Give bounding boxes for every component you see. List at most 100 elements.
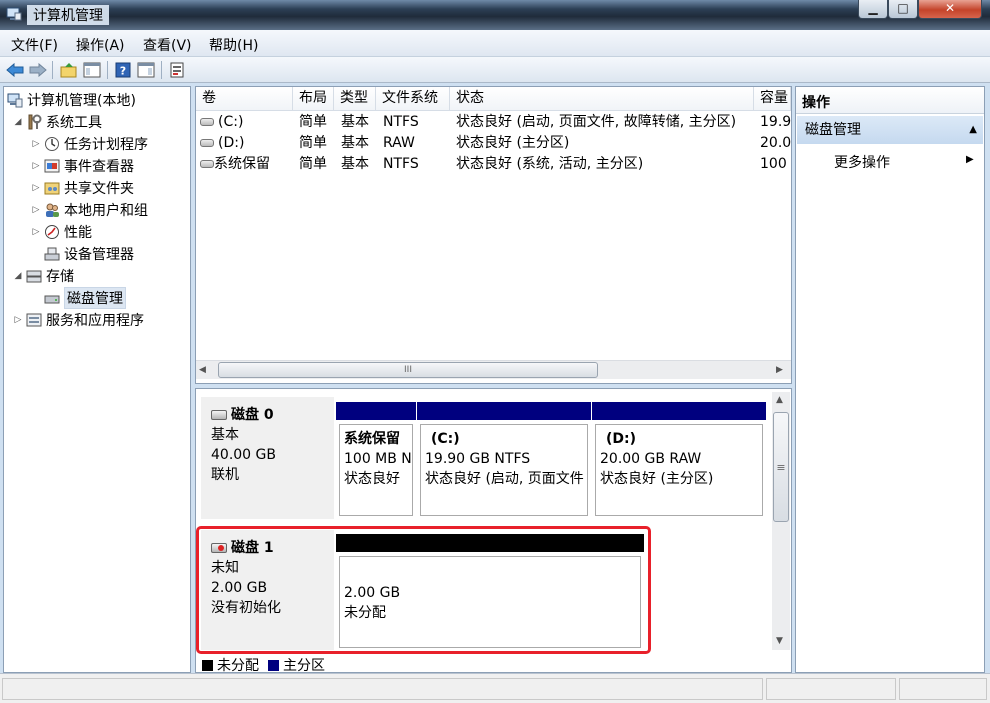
scrollbar-thumb[interactable]: ≡ [773,412,789,522]
volume-filesystem: NTFS [383,114,419,130]
scroll-right-arrow-icon[interactable]: ▶ [776,365,783,375]
disk-name: 磁盘 0 [231,407,274,423]
legend-swatch [202,659,213,671]
submenu-arrow-icon[interactable]: ▶ [966,154,974,165]
volume-layout: 简单 [299,156,327,172]
menu-help[interactable]: 帮助(H) [209,35,258,55]
menu-action[interactable]: 操作(A) [76,35,125,55]
forward-arrow-icon[interactable] [28,60,48,80]
back-arrow-icon[interactable] [5,60,25,80]
partition-system-reserved[interactable]: 系统保留 100 MB N 状态良好 [336,402,416,519]
expand-arrow-icon[interactable]: ▷ [30,205,42,215]
tree-item-performance[interactable]: ▷ 性能 [30,222,92,242]
primary-partition-bar [417,402,591,420]
collapse-up-arrow-icon[interactable]: ▲ [969,116,977,144]
legend-unallocated: 未分配 [202,655,259,675]
show-hide-action-pane-icon[interactable] [136,60,156,80]
tree-item-computer-management[interactable]: 计算机管理(本地) [7,90,136,110]
properties-icon[interactable] [167,60,187,80]
expand-arrow-icon[interactable]: ▷ [30,183,42,193]
partition-name: 系统保留 [344,431,400,447]
maximize-button[interactable]: □ [888,0,918,19]
actions-section-disk-management[interactable]: 磁盘管理 ▲ [797,116,983,144]
volume-name: (D:) [218,135,245,151]
help-icon[interactable]: ? [113,60,133,80]
partition-unallocated[interactable]: 2.00 GB 未分配 [336,534,644,651]
close-button[interactable]: ✕ [918,0,982,19]
disk-size: 2.00 GB [211,580,268,596]
toolbar-separator [161,61,162,79]
volume-name: 系统保留 [214,156,270,172]
scroll-up-arrow-icon[interactable]: ▲ [776,395,783,405]
table-row[interactable]: (D:) 简单 基本 RAW 状态良好 (主分区) 20.0 [196,133,791,154]
tree-item-device-manager[interactable]: 设备管理器 [44,244,134,264]
disk-view-vertical-scrollbar[interactable]: ▲ ≡ ▼ [772,392,790,650]
column-header-type[interactable]: 类型 [334,87,376,111]
partition-size: 20.00 GB RAW [600,451,702,467]
primary-partition-bar [336,402,416,420]
expand-arrow-icon[interactable]: ▷ [12,315,24,325]
event-viewer-icon [44,158,60,174]
volume-filesystem: NTFS [383,156,419,172]
services-icon [26,312,42,328]
tree-item-storage[interactable]: ◢ 存储 [12,266,74,286]
performance-icon [44,224,60,240]
drive-icon [200,139,214,147]
up-folder-icon[interactable] [59,60,79,80]
tree-item-task-scheduler[interactable]: ▷ 任务计划程序 [30,134,148,154]
collapse-arrow-icon[interactable]: ◢ [12,271,24,281]
actions-pane: 操作 磁盘管理 ▲ 更多操作 ▶ [795,86,985,673]
tree-item-shared-folders[interactable]: ▷ 共享文件夹 [30,178,134,198]
action-more-actions[interactable]: 更多操作 [834,152,890,172]
disk-type: 未知 [211,560,239,576]
volume-type: 基本 [341,135,369,151]
computer-management-icon [6,7,22,21]
column-header-filesystem[interactable]: 文件系统 [376,87,450,111]
tree-item-local-users-groups[interactable]: ▷ 本地用户和组 [30,200,148,220]
column-header-status[interactable]: 状态 [450,87,754,111]
menu-file[interactable]: 文件(F) [11,35,58,55]
volume-layout: 简单 [299,114,327,130]
toolbar-separator [52,61,53,79]
volume-status: 状态良好 (主分区) [456,135,570,151]
partition-status: 状态良好 (主分区) [600,471,714,487]
column-header-volume[interactable]: 卷 [196,87,293,111]
title-bar: 计算机管理 ▁ □ ✕ [0,0,990,30]
partition-size: 100 MB N [344,451,412,467]
partition-d[interactable]: (D:) 20.00 GB RAW 状态良好 (主分区) [592,402,766,519]
partition-name: (C:) [431,431,460,447]
expand-arrow-icon[interactable]: ▷ [30,161,42,171]
tree-item-services-applications[interactable]: ▷ 服务和应用程序 [12,310,144,330]
show-hide-tree-icon[interactable] [82,60,102,80]
table-row[interactable]: 系统保留 简单 基本 NTFS 状态良好 (系统, 活动, 主分区) 100 [196,154,791,175]
menu-view[interactable]: 查看(V) [143,35,192,55]
toolbar: ? [0,57,990,83]
scroll-down-arrow-icon[interactable]: ▼ [776,636,783,646]
minimize-button[interactable]: ▁ [858,0,888,19]
volume-capacity: 20.0 [760,135,791,151]
window-title: 计算机管理 [27,5,109,25]
volume-capacity: 19.9 [760,114,791,130]
disk-1-info[interactable]: 磁盘 1 未知 2.00 GB 没有初始化 [201,530,334,650]
table-row[interactable]: (C:) 简单 基本 NTFS 状态良好 (启动, 页面文件, 故障转储, 主分… [196,112,791,133]
expand-arrow-icon[interactable]: ▷ [30,139,42,149]
hard-disk-icon [211,410,227,420]
partition-c[interactable]: (C:) 19.90 GB NTFS 状态良好 (启动, 页面文件 [417,402,591,519]
toolbar-separator [107,61,108,79]
volume-status: 状态良好 (系统, 活动, 主分区) [456,156,644,172]
collapse-arrow-icon[interactable]: ◢ [12,117,24,127]
scrollbar-thumb[interactable]: III [218,362,598,378]
tree-item-system-tools[interactable]: ◢ 系统工具 [12,112,102,132]
scroll-left-arrow-icon[interactable]: ◀ [199,365,206,375]
drive-icon [200,160,214,168]
column-header-capacity[interactable]: 容量 [754,87,791,111]
disk-0-info[interactable]: 磁盘 0 基本 40.00 GB 联机 [201,397,334,519]
volume-list-horizontal-scrollbar[interactable]: ◀ III ▶ [196,360,791,379]
computer-management-icon [7,92,23,108]
expand-arrow-icon[interactable]: ▷ [30,227,42,237]
column-header-layout[interactable]: 布局 [293,87,334,111]
tree-item-disk-management[interactable]: 磁盘管理 [44,287,126,309]
disk-state: 没有初始化 [211,600,281,616]
tree-item-event-viewer[interactable]: ▷ 事件查看器 [30,156,134,176]
primary-partition-bar [592,402,766,420]
